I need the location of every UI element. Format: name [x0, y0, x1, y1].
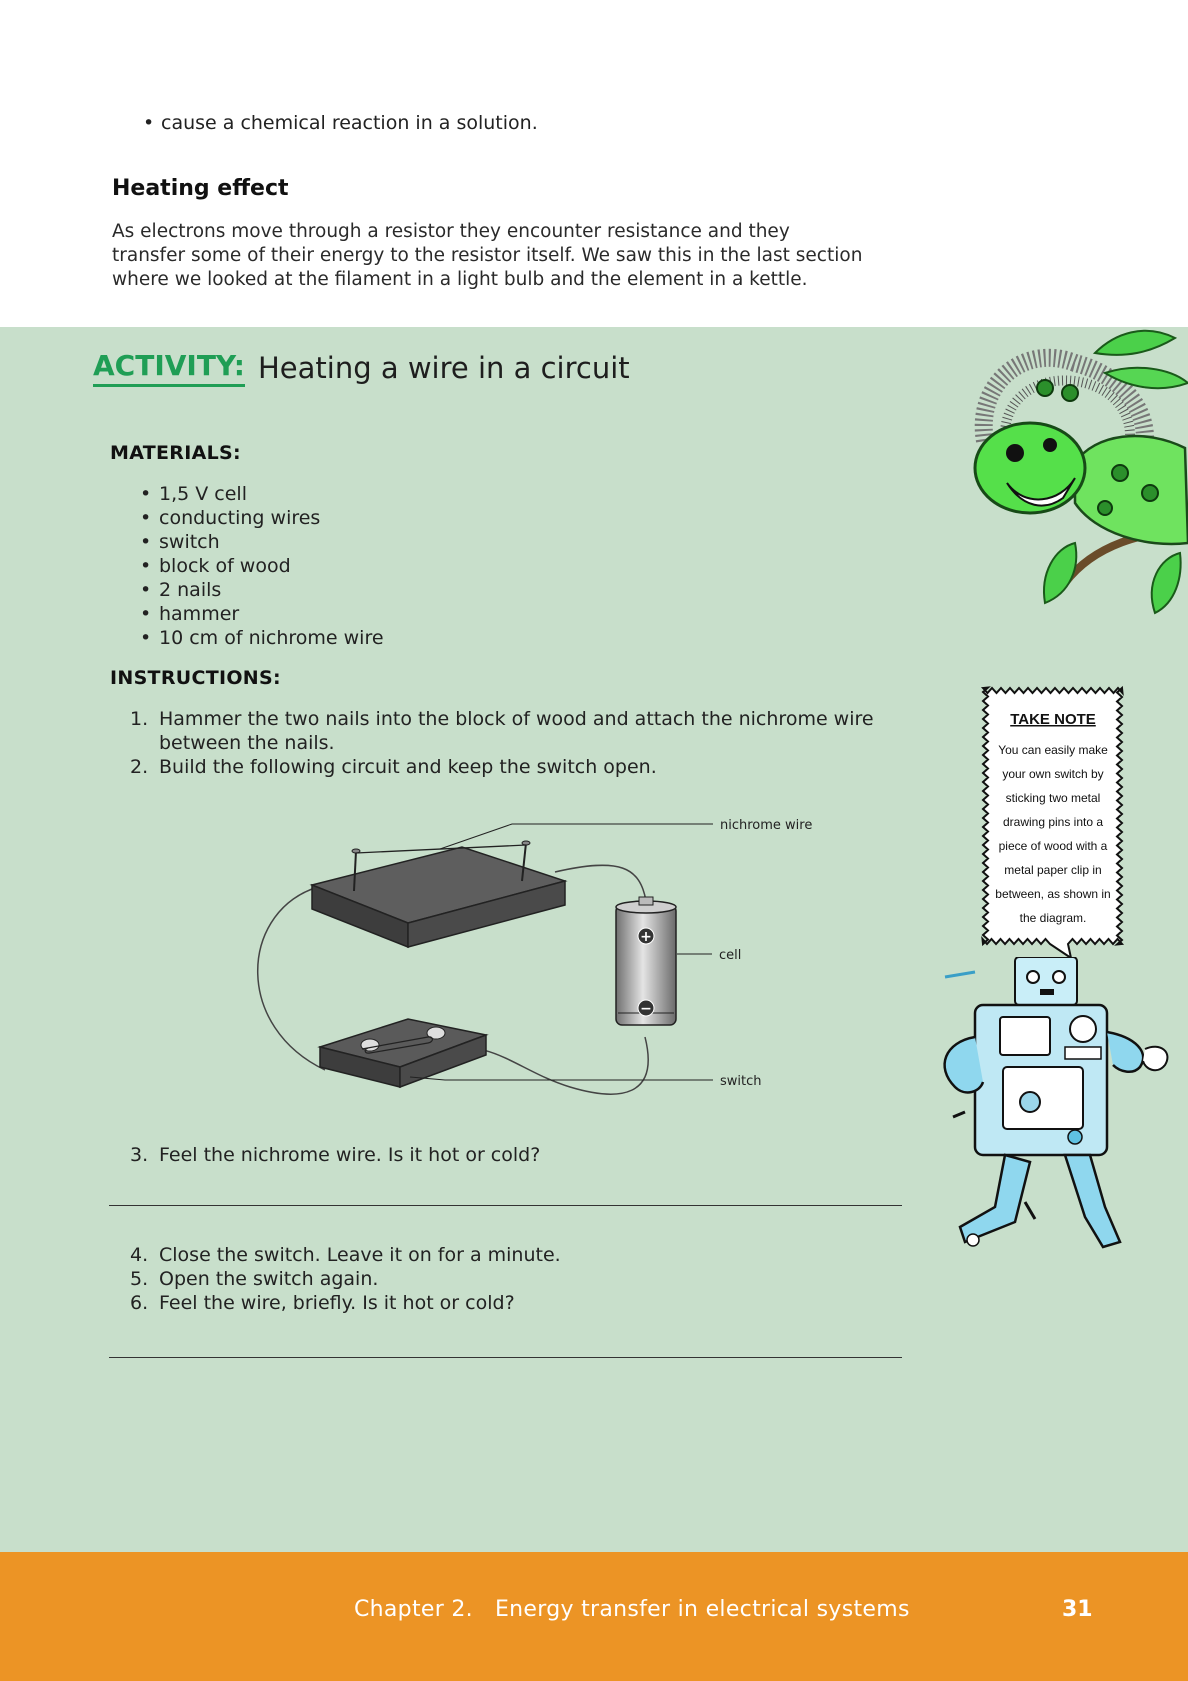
take-note-bubble: TAKE NOTE You can easily make your own s… [980, 685, 1125, 961]
chapter-number: Chapter 2. [354, 1597, 473, 1622]
activity-box: ACTIVITY: Heating a wire in a circuit MA… [0, 327, 1188, 1552]
take-note-line: your own switch by [1002, 767, 1103, 781]
activity-title: Heating a wire in a circuit [258, 351, 630, 385]
take-note-line: sticking two metal [1006, 791, 1101, 805]
list-item: • block of wood [140, 555, 291, 577]
label-leader [439, 823, 713, 850]
list-item: • conducting wires [140, 507, 321, 529]
bullet-dot: • [143, 112, 155, 134]
list-item: 6. Feel the wire, briefly. Is it hot or c… [130, 1292, 515, 1314]
instructions-list: 4. Close the switch. Leave it on for a mi… [130, 1243, 910, 1315]
list-item: • 1,5 V cell [140, 483, 247, 505]
chameleon-slinky-illustration [973, 329, 1188, 615]
cell-label: cell [719, 948, 741, 963]
wire [257, 888, 326, 1071]
answer-line [109, 1357, 902, 1358]
materials-list: • 1,5 V cell • conducting wires • switch • b… [140, 482, 384, 650]
activity-label: ACTIVITY: [93, 349, 245, 387]
list-item: • hammer [140, 603, 240, 625]
section-heading: Heating effect [112, 176, 289, 201]
take-note-title: TAKE NOTE [1010, 711, 1096, 728]
take-note-line: piece of wood with a [999, 839, 1108, 853]
cell-battery: + − [615, 896, 677, 1026]
list-item: • 2 nails [140, 579, 222, 601]
paragraph-line: transfer some of their energy to the res… [112, 245, 863, 266]
take-note-line: You can easily make [998, 743, 1108, 757]
paragraph-line: where we looked at the filament in a lig… [112, 269, 808, 290]
list-item: • 10 cm of nichrome wire [140, 627, 384, 649]
list-item: 5. Open the switch again. [130, 1268, 379, 1290]
list-item: 4. Close the switch. Leave it on for a mi… [130, 1244, 561, 1266]
take-note-line: the diagram. [1020, 911, 1087, 925]
list-item: • switch [140, 531, 220, 553]
materials-heading: MATERIALS: [110, 442, 241, 464]
list-item: 2. Build the following circuit and keep t… [130, 756, 657, 778]
nichrome-wire-label: nichrome wire [720, 818, 812, 833]
wire [554, 864, 647, 902]
wood-block [309, 846, 568, 949]
switch-label: switch [720, 1074, 762, 1089]
instructions-heading: INSTRUCTIONS: [110, 667, 281, 689]
take-note-line: metal paper clip in [1004, 863, 1101, 877]
switch-base [317, 1018, 489, 1089]
take-note-line: drawing pins into a [1003, 815, 1103, 829]
section-paragraph: As electrons move through a resistor the… [112, 220, 922, 292]
svg-text:−: − [640, 1001, 652, 1017]
instructions-list: 1. Hammer the two nails into the block of… [130, 707, 910, 779]
bullet-text: cause a chemical reaction in a solution. [161, 112, 538, 134]
chapter-heading: Chapter 2. Energy transfer in electrical … [354, 1597, 910, 1622]
page-footer: Chapter 2. Energy transfer in electrical … [0, 1552, 1188, 1681]
svg-text:+: + [640, 929, 652, 945]
page-number: 31 [1062, 1597, 1093, 1622]
chapter-title: Energy transfer in electrical systems [494, 1597, 910, 1622]
bullet-item: • cause a chemical reaction in a solution… [143, 112, 538, 134]
answer-line [109, 1205, 902, 1206]
instructions-list: 3. Feel the nichrome wire. Is it hot or c… [130, 1143, 910, 1167]
take-note-line: between, as shown in [995, 887, 1110, 901]
nail-head [521, 840, 531, 846]
robot-illustration [943, 957, 1169, 1249]
list-item: 3. Feel the nichrome wire. Is it hot or c… [130, 1144, 541, 1166]
label-leader [409, 1076, 713, 1081]
paragraph-line: As electrons move through a resistor the… [112, 221, 790, 242]
circuit-diagram: + − nichrome wire cell switch [257, 818, 812, 1095]
list-item: 1. Hammer the two nails into the block of… [130, 708, 874, 754]
